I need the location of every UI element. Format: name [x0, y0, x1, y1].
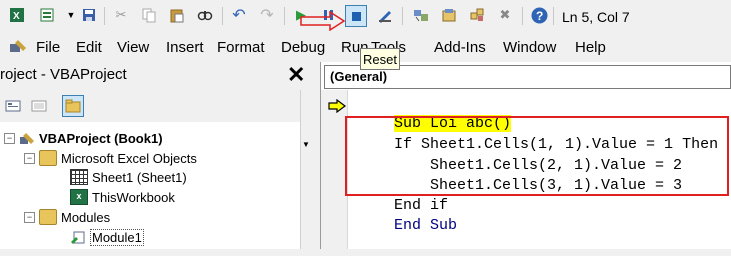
toolbox-icon[interactable]: ✖: [496, 6, 514, 24]
collapse-icon[interactable]: −: [24, 152, 35, 164]
tree-label: ThisWorkbook: [92, 189, 175, 205]
view-code-icon[interactable]: [4, 97, 22, 115]
menu-insert[interactable]: Insert: [166, 39, 204, 56]
folder-icon: [39, 209, 57, 225]
reset-button[interactable]: [345, 5, 367, 27]
toolbar-separator: [553, 7, 554, 25]
excel-icon[interactable]: X: [8, 6, 26, 24]
tree-node-excel-objects[interactable]: − Microsoft Excel Objects: [24, 149, 197, 167]
vba-icon: [8, 37, 26, 55]
annotation-arrow-icon: [300, 11, 346, 31]
tree-node-thisworkbook[interactable]: x ThisWorkbook: [70, 188, 175, 206]
code-line[interactable]: End Sub: [358, 196, 457, 234]
scroll-down-icon[interactable]: ▼: [302, 140, 310, 149]
cut-icon[interactable]: ✂: [112, 6, 130, 24]
close-icon[interactable]: ✕: [287, 63, 305, 87]
toggle-folders-icon[interactable]: [62, 95, 84, 117]
vbaproject-icon: [19, 131, 35, 145]
copy-icon[interactable]: [140, 6, 158, 24]
reset-icon: [351, 11, 361, 21]
design-mode-icon[interactable]: [376, 6, 394, 24]
toolbar-separator: [284, 7, 285, 25]
reset-tooltip: Reset: [360, 48, 400, 70]
tree-label: Microsoft Excel Objects: [61, 150, 197, 166]
module-icon: [70, 230, 86, 244]
toolbar-separator: [104, 7, 105, 25]
cursor-position: Ln 5, Col 7: [562, 9, 630, 25]
save-icon[interactable]: [80, 6, 98, 24]
project-explorer-toolbar: [0, 90, 300, 122]
tree-node-module1[interactable]: Module1: [70, 228, 144, 246]
project-explorer-titlebar: roject - VBAProject ✕: [0, 62, 310, 90]
code-margin[interactable]: [321, 90, 348, 249]
object-dropdown-value: (General): [330, 69, 388, 84]
find-icon[interactable]: [196, 6, 214, 24]
project-explorer: roject - VBAProject ✕ ▼ − VBAProject (Bo…: [0, 62, 311, 249]
workbook-icon: x: [70, 189, 88, 205]
view-object-icon[interactable]: [30, 97, 48, 115]
project-explorer-icon[interactable]: [412, 6, 430, 24]
toolbar-separator: [522, 7, 523, 25]
menu-help[interactable]: Help: [575, 39, 606, 56]
annotation-box: [345, 116, 729, 196]
undo-icon[interactable]: ↶: [230, 6, 248, 24]
toolbar-separator: [222, 7, 223, 25]
panel-title: roject - VBAProject: [0, 66, 127, 83]
worksheet-icon: [70, 169, 88, 185]
collapse-icon[interactable]: −: [24, 211, 35, 223]
folder-icon: [39, 150, 57, 166]
tree-label: VBAProject (Book1): [39, 130, 163, 146]
object-browser-icon[interactable]: [468, 6, 486, 24]
menu-format[interactable]: Format: [217, 39, 265, 56]
menu-file[interactable]: File: [36, 39, 60, 56]
tree-node-vbaproject[interactable]: − VBAProject (Book1): [4, 129, 163, 147]
toolbar-separator: [402, 7, 403, 25]
tree-label: Sheet1 (Sheet1): [92, 169, 187, 185]
chevron-down-icon[interactable]: ▼: [62, 6, 80, 24]
svg-text:?: ?: [536, 9, 543, 23]
code-text: End Sub: [394, 217, 458, 234]
help-icon[interactable]: ?: [530, 6, 548, 24]
execution-arrow-icon: [328, 99, 346, 113]
menu-view[interactable]: View: [117, 39, 149, 56]
menu-edit[interactable]: Edit: [76, 39, 102, 56]
tree-label: Modules: [61, 209, 111, 225]
properties-icon[interactable]: [440, 6, 458, 24]
tree-label: Module1: [90, 228, 144, 246]
code-line[interactable]: Sub Loi abc(): [358, 94, 512, 132]
svg-text:X: X: [13, 11, 20, 22]
menu-window[interactable]: Window: [503, 39, 556, 56]
collapse-icon[interactable]: −: [4, 132, 15, 144]
menu-debug[interactable]: Debug: [281, 39, 325, 56]
paste-icon[interactable]: [168, 6, 186, 24]
menu-add-ins[interactable]: Add-Ins: [434, 39, 486, 56]
insert-module-icon[interactable]: [38, 6, 56, 24]
tree-node-modules[interactable]: − Modules: [24, 208, 110, 226]
tree-node-sheet1[interactable]: Sheet1 (Sheet1): [70, 168, 187, 186]
standard-toolbar: X ▼ ✂ ↶ ↷ ▶ ✖ ? Ln 5, Col 7: [0, 0, 731, 33]
scrollbar[interactable]: ▼: [300, 90, 311, 249]
redo-icon[interactable]: ↷: [258, 6, 276, 24]
